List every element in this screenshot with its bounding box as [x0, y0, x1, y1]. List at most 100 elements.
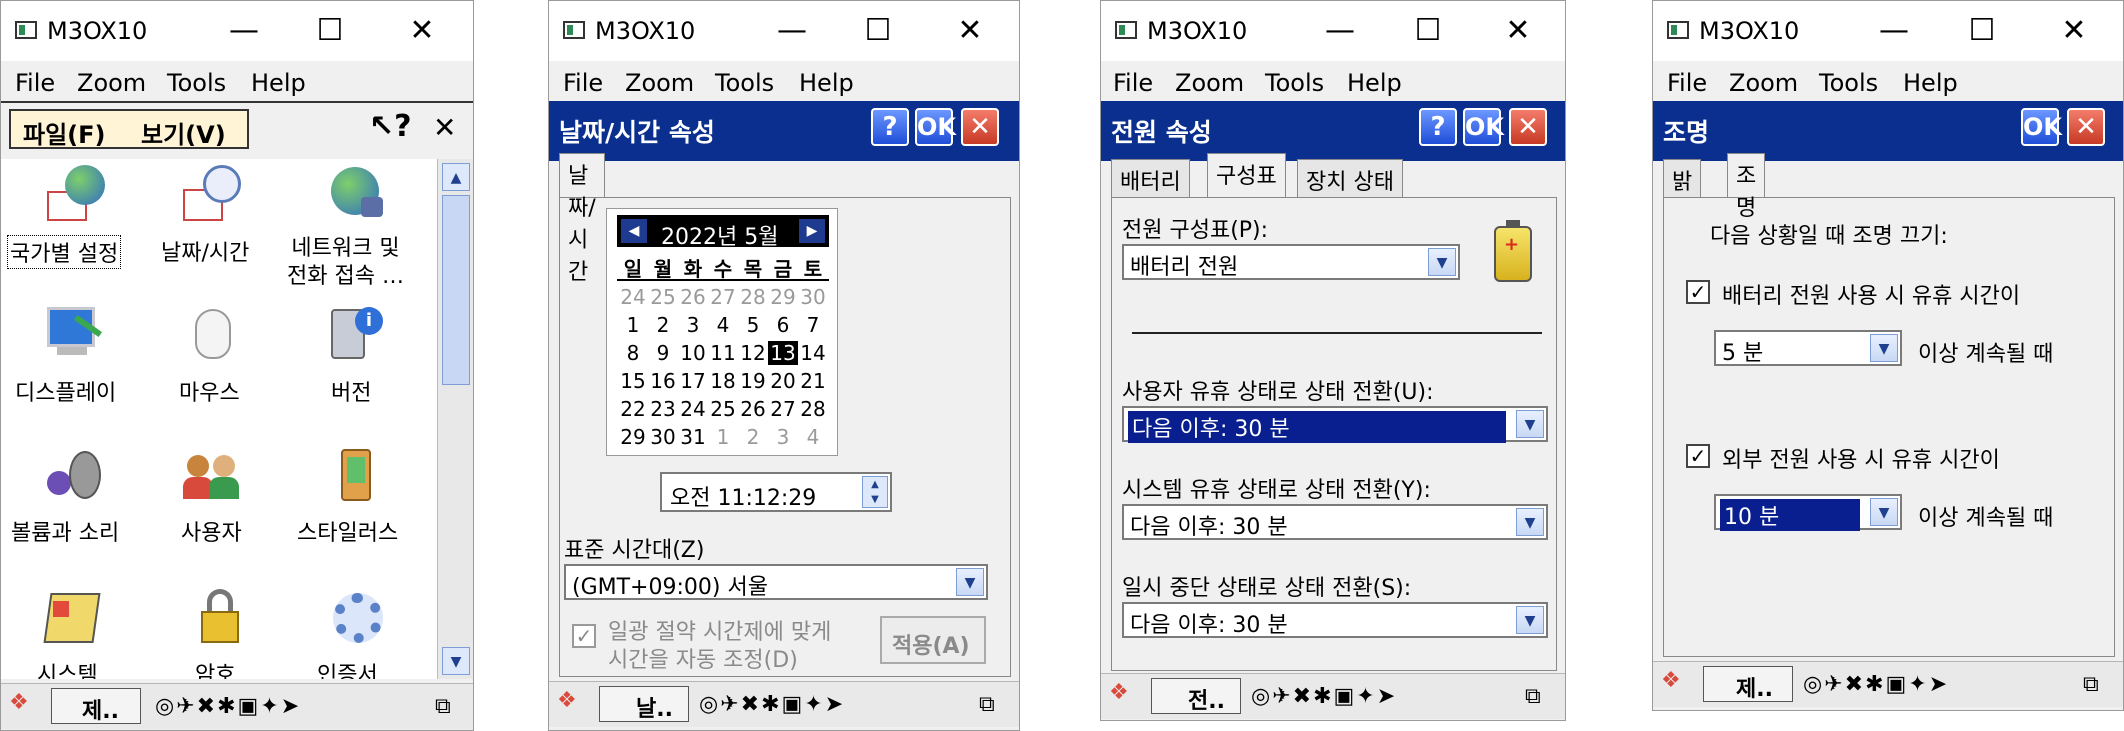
calendar-day[interactable]: 7	[798, 313, 828, 337]
calendar-day[interactable]: 24	[618, 285, 648, 309]
calendar-day[interactable]: 24	[678, 397, 708, 421]
cp-menu-file[interactable]: 파일(F)	[23, 115, 106, 150]
task-button[interactable]: 제..	[1703, 666, 1793, 702]
network-globe-icon[interactable]	[327, 163, 389, 225]
scheme-select[interactable]: 배터리 전원 ▼	[1122, 244, 1460, 280]
menu-file[interactable]: File	[1113, 69, 1153, 97]
desktop-icon[interactable]: ⧉	[1525, 684, 1543, 709]
menu-help[interactable]: Help	[251, 69, 306, 97]
calendar-day[interactable]: 27	[708, 285, 738, 309]
lock-keys-icon[interactable]	[183, 587, 245, 649]
cp-menu-view[interactable]: 보기(V)	[141, 115, 226, 150]
task-button[interactable]: 전..	[1151, 678, 1241, 714]
icon-label-volume[interactable]: 볼륨과 소리	[11, 515, 119, 547]
stylus-icon[interactable]	[327, 445, 389, 507]
close-button[interactable]: ✕	[947, 9, 993, 53]
desktop-icon[interactable]: ⧉	[2083, 672, 2101, 697]
icon-label-users[interactable]: 사용자	[181, 515, 242, 547]
calendar-day[interactable]: 15	[618, 369, 648, 393]
icon-label-version[interactable]: 버전	[331, 375, 371, 407]
prev-month-icon[interactable]: ◀	[621, 219, 647, 243]
tab-backlight[interactable]: 조명	[1727, 153, 1766, 221]
ok-button[interactable]: OK	[2021, 108, 2062, 146]
chevron-down-icon[interactable]: ▼	[1516, 606, 1544, 634]
menu-tools[interactable]: Tools	[167, 69, 226, 97]
calendar-day[interactable]: 2	[648, 313, 678, 337]
tab-datetime[interactable]: 날짜/시간	[559, 153, 605, 285]
tray-icons[interactable]: ◎✈✖✱▣✦➤	[1251, 684, 1397, 709]
calendar-day[interactable]: 3	[768, 425, 798, 449]
globe-calendar-icon[interactable]	[43, 163, 105, 225]
menu-help[interactable]: Help	[799, 69, 854, 97]
minimize-button[interactable]: —	[1871, 9, 1917, 53]
calendar-day[interactable]: 21	[798, 369, 828, 393]
maximize-button[interactable]: ☐	[1405, 9, 1451, 53]
icon-label-datetime[interactable]: 날짜/시간	[161, 235, 249, 267]
external-checkbox[interactable]: ✓	[1686, 444, 1710, 468]
maximize-button[interactable]: ☐	[855, 9, 901, 53]
task-button[interactable]: 제..	[51, 688, 141, 724]
menu-file[interactable]: File	[1667, 69, 1707, 97]
scroll-thumb[interactable]	[442, 195, 470, 385]
apply-button[interactable]: 적용(A)	[880, 616, 986, 664]
scroll-down-icon[interactable]: ▼	[442, 647, 470, 675]
help-cursor-icon[interactable]: ↖?	[369, 109, 412, 144]
calendar-day[interactable]: 14	[798, 341, 828, 365]
calendar-day[interactable]: 25	[648, 285, 678, 309]
tray-icons[interactable]: ◎✈✖✱▣✦➤	[699, 692, 845, 717]
tab-device-status[interactable]: 장치 상태	[1297, 159, 1403, 197]
menu-file[interactable]: File	[15, 69, 55, 97]
time-field[interactable]: 오전 11:12:29 ▲ ▼	[660, 472, 892, 512]
desktop-icon[interactable]: ⧉	[435, 694, 453, 719]
calendar-day[interactable]: 25	[708, 397, 738, 421]
tab-brightness[interactable]: 밝기	[1663, 159, 1702, 227]
time-spin-icon[interactable]: ▲ ▼	[862, 476, 888, 508]
speaker-icon[interactable]	[43, 445, 105, 507]
users-icon[interactable]	[183, 445, 245, 507]
vertical-scrollbar[interactable]: ▲ ▼	[437, 159, 473, 679]
display-icon[interactable]	[43, 303, 105, 365]
close-icon[interactable]: ✕	[433, 111, 456, 144]
chevron-down-icon[interactable]: ▼	[1516, 410, 1544, 438]
calendar-day[interactable]: 13	[768, 341, 798, 365]
menu-zoom[interactable]: Zoom	[1729, 69, 1798, 97]
tray-icons[interactable]: ◎✈✖✱▣✦➤	[1803, 672, 1949, 697]
calendar-day[interactable]: 12	[738, 341, 768, 365]
tray-icons[interactable]: ◎✈✖✱▣✦➤	[155, 694, 301, 719]
calendar-day[interactable]: 31	[678, 425, 708, 449]
calendar-day[interactable]: 28	[798, 397, 828, 421]
start-icon[interactable]: ❖	[557, 688, 577, 713]
task-button[interactable]: 날..	[599, 686, 689, 722]
help-button[interactable]: ?	[871, 108, 909, 146]
timezone-select[interactable]: (GMT+09:00) 서울 ▼	[564, 564, 988, 600]
menu-tools[interactable]: Tools	[1265, 69, 1324, 97]
system-icon[interactable]	[43, 587, 105, 649]
calendar-day[interactable]: 8	[618, 341, 648, 365]
calendar-day[interactable]: 4	[708, 313, 738, 337]
calendar-day[interactable]: 3	[678, 313, 708, 337]
icon-label-mouse[interactable]: 마우스	[179, 375, 240, 407]
calendar-day[interactable]: 30	[648, 425, 678, 449]
icon-label-password[interactable]: 암호	[195, 657, 235, 679]
ok-button[interactable]: OK	[915, 108, 956, 146]
external-timeout-select[interactable]: 10 분 ▼	[1714, 494, 1902, 531]
calendar-day[interactable]: 20	[768, 369, 798, 393]
calendar-day[interactable]: 17	[678, 369, 708, 393]
battery-checkbox[interactable]: ✓	[1686, 280, 1710, 304]
calendar-day[interactable]: 23	[648, 397, 678, 421]
maximize-button[interactable]: ☐	[1959, 9, 2005, 53]
calendar-day[interactable]: 10	[678, 341, 708, 365]
chevron-down-icon[interactable]: ▼	[1870, 334, 1898, 362]
chevron-down-icon[interactable]: ▼	[1870, 498, 1898, 526]
calendar-day[interactable]: 26	[678, 285, 708, 309]
calendar-day[interactable]: 2	[738, 425, 768, 449]
help-button[interactable]: ?	[1419, 108, 1457, 146]
close-dialog-button[interactable]: ✕	[1509, 108, 1547, 146]
icon-label-certificate[interactable]: 인증서	[317, 657, 378, 679]
calendar-day[interactable]: 29	[768, 285, 798, 309]
tab-battery[interactable]: 배터리	[1111, 159, 1190, 197]
calendar-day[interactable]: 9	[648, 341, 678, 365]
calendar-day[interactable]: 18	[708, 369, 738, 393]
calendar-day[interactable]: 4	[798, 425, 828, 449]
close-dialog-button[interactable]: ✕	[2067, 108, 2105, 146]
